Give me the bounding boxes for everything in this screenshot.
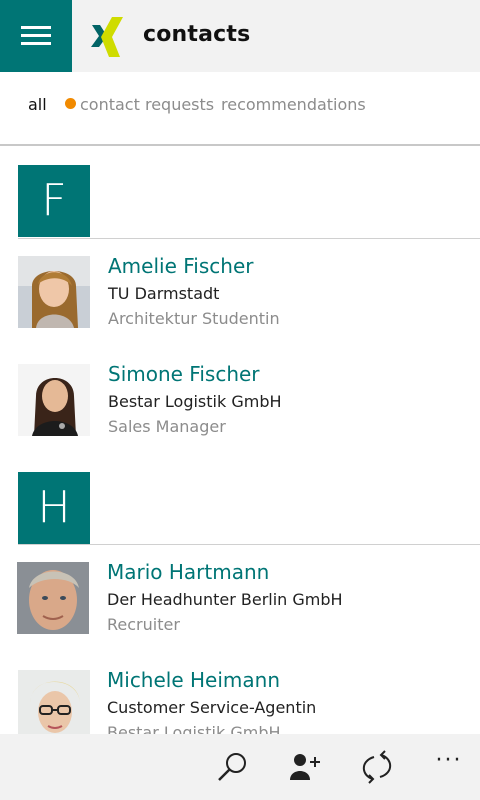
contact-company: Der Headhunter Berlin GmbH xyxy=(107,590,343,609)
group-divider xyxy=(18,238,480,239)
page-title: contacts xyxy=(143,22,251,47)
contact-role: Sales Manager xyxy=(108,417,226,436)
search-button[interactable] xyxy=(216,750,250,784)
group-header-h[interactable]: H xyxy=(18,472,90,544)
tab-all[interactable]: all xyxy=(28,95,47,114)
contact-item[interactable]: Simone Fischer Bestar Logistik GmbH Sale… xyxy=(0,362,480,454)
contact-role: Bestar Logistik GmbH xyxy=(107,723,281,734)
header-bar: contacts xyxy=(0,0,480,72)
hamburger-icon xyxy=(21,26,51,45)
avatar xyxy=(18,256,90,328)
contact-list[interactable]: F Amelie Fischer TU Darmstadt Architektu… xyxy=(0,146,480,734)
contact-item[interactable]: Amelie Fischer TU Darmstadt Architektur … xyxy=(0,254,480,346)
avatar xyxy=(18,364,90,436)
group-header-f[interactable]: F xyxy=(18,165,90,237)
sync-icon xyxy=(362,750,392,784)
more-icon[interactable]: ··· xyxy=(432,748,466,782)
contact-company: Bestar Logistik GmbH xyxy=(108,392,282,411)
contact-item[interactable]: Michele Heimann Customer Service-Agentin… xyxy=(0,668,480,734)
add-contact-button[interactable] xyxy=(288,750,322,784)
contact-name: Michele Heimann xyxy=(107,668,280,692)
avatar xyxy=(17,562,89,634)
menu-button[interactable] xyxy=(0,0,72,72)
search-icon xyxy=(218,753,246,781)
contact-name: Mario Hartmann xyxy=(107,560,270,584)
contact-name: Simone Fischer xyxy=(108,362,260,386)
avatar xyxy=(18,670,90,734)
contact-company: TU Darmstadt xyxy=(108,284,220,303)
group-divider xyxy=(18,544,480,545)
contact-name: Amelie Fischer xyxy=(108,254,254,278)
notification-dot-icon xyxy=(65,98,76,109)
contact-role: Architektur Studentin xyxy=(108,309,280,328)
contact-role: Recruiter xyxy=(107,615,180,634)
sync-button[interactable] xyxy=(360,750,394,784)
contact-company: Customer Service-Agentin xyxy=(107,698,317,717)
tab-recommendations[interactable]: recommendations xyxy=(221,95,366,114)
xing-logo xyxy=(91,17,123,57)
add-contact-icon xyxy=(290,754,320,780)
contact-item[interactable]: Mario Hartmann Der Headhunter Berlin Gmb… xyxy=(0,560,480,652)
tab-contact-requests[interactable]: contact requests xyxy=(80,95,214,114)
app-bar: ··· xyxy=(0,734,480,800)
